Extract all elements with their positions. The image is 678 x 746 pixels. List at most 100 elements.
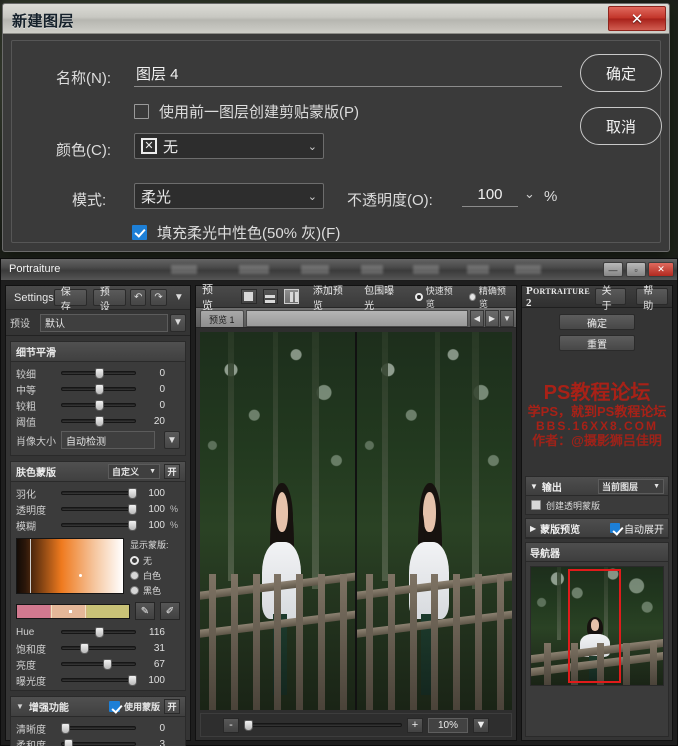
slider-feather[interactable]: 羽化 100 [11,485,185,501]
opacity-input[interactable]: 100 [462,183,518,207]
slider-blur-track[interactable] [61,520,138,531]
show-mask-option-none[interactable]: 无 [130,554,169,567]
slider-softness[interactable]: 柔和度 3 [11,736,185,746]
preset-button[interactable]: 预设 [92,287,127,313]
save-button[interactable]: 保存 [53,287,87,313]
reset-button[interactable]: 重置 [559,335,635,351]
slider-hue-track[interactable] [61,627,136,638]
slider-saturation-knob[interactable] [79,643,89,654]
preview-tab-1[interactable]: 预览 1 [200,310,244,327]
slider-coarse-track[interactable] [61,400,136,411]
slider-saturation[interactable]: 饱和度 31 [11,640,185,656]
triangle-right-icon[interactable]: ▶ [530,524,536,533]
hue-range-strip[interactable] [16,603,130,619]
preview-image-after[interactable] [357,332,512,710]
eyedropper-plus-icon[interactable]: ✎ [135,602,155,620]
slider-feather-track[interactable] [61,488,138,499]
preview-image-area[interactable] [200,332,512,710]
slider-transparency[interactable]: 透明度 100 % [11,501,185,517]
auto-expand-checkbox[interactable] [610,523,620,533]
slider-feather-knob[interactable] [128,488,138,499]
view-split-horizontal-icon[interactable] [262,289,278,304]
zoom-level-value[interactable]: 10% [428,717,468,733]
skin-mask-header[interactable]: 肤色蒙版 自定义 ▼ 开 [11,462,185,482]
preset-select[interactable]: 默认 [40,313,168,332]
skin-tone-gradient[interactable] [16,538,124,594]
bracketing-button[interactable]: 包围曝光 [364,282,399,312]
skin-mask-on-button[interactable]: 开 [164,464,180,479]
layer-name-input[interactable]: 图层 4 [134,63,562,87]
slider-medium-track[interactable] [61,384,136,395]
slider-blur-knob[interactable] [128,520,138,531]
slider-exposure[interactable]: 曝光度 100 [11,672,185,688]
slider-clarity-knob[interactable] [60,723,70,734]
slider-threshold-track[interactable] [61,416,136,427]
slider-medium[interactable]: 中等 0 [11,381,185,397]
window-minimize-button[interactable]: — [603,262,623,277]
dialog-ok-button[interactable]: 确定 [580,54,662,92]
slider-coarse-knob[interactable] [94,400,104,411]
output-header[interactable]: ▼ 输出 当前图层 ▼ [526,477,668,496]
zoom-slider-knob[interactable] [244,720,254,731]
navigator-thumbnail[interactable] [530,566,664,686]
use-mask-checkbox[interactable] [108,701,120,712]
slider-fine-knob[interactable] [94,368,104,379]
slider-brightness[interactable]: 亮度 67 [11,656,185,672]
zoom-dropdown-icon[interactable]: ▼ [473,717,489,733]
radio-black-icon[interactable] [130,586,139,595]
tab-menu-icon[interactable]: ▼ [500,310,514,327]
slider-coarse[interactable]: 较粗 0 [11,397,185,413]
navigator-viewport-rect[interactable] [567,569,621,683]
show-mask-option-black[interactable]: 黑色 [130,584,169,597]
clipping-mask-row[interactable]: 使用前一图层创建剪贴蒙版(P) [134,101,359,122]
radio-accurate-icon[interactable] [468,292,476,301]
settings-menu-icon[interactable]: ▼ [171,289,187,306]
radio-none-icon[interactable] [130,556,139,565]
help-button[interactable]: 帮助 [636,286,668,312]
undo-icon[interactable]: ↶ [130,289,147,306]
opacity-caret-icon[interactable]: ⌄ [524,186,535,202]
portrait-size-select[interactable]: 自动检测 [61,431,155,449]
slider-exposure-knob[interactable] [128,675,138,686]
radio-fast-icon[interactable] [415,292,423,301]
slider-clarity[interactable]: 清晰度 0 [11,720,185,736]
slider-medium-knob[interactable] [94,384,104,395]
blend-mode-select[interactable]: 柔光 ⌄ [134,183,324,209]
slider-softness-knob[interactable] [63,739,73,746]
slider-transparency-knob[interactable] [128,504,138,515]
ok-button[interactable]: 确定 [559,314,635,330]
about-button[interactable]: 关于 [594,286,627,312]
slider-blur[interactable]: 模糊 100 % [11,517,185,533]
fast-preview-radio[interactable]: 快速预览 [415,284,456,310]
radio-white-icon[interactable] [130,571,139,580]
color-select[interactable]: ✕ 无 ⌄ [134,133,324,159]
skin-mask-mode-select[interactable]: 自定义 ▼ [108,464,160,479]
accurate-preview-radio[interactable]: 精确预览 [468,284,510,310]
slider-threshold[interactable]: 阈值 20 [11,413,185,429]
clipping-mask-checkbox[interactable] [134,104,149,119]
tab-prev-icon[interactable]: ◀ [470,310,484,327]
fill-neutral-checkbox[interactable] [132,225,147,240]
slider-fine-track[interactable] [61,368,136,379]
add-preview-button[interactable]: 添加预览 [313,282,348,312]
show-mask-option-white[interactable]: 白色 [130,569,169,582]
slider-exposure-track[interactable] [61,675,138,686]
fill-neutral-row[interactable]: 填充柔光中性色(50% 灰)(F) [132,222,340,243]
view-single-icon[interactable] [241,289,257,304]
transparent-mask-row[interactable]: 创建透明蒙版 [526,496,668,514]
tab-next-icon[interactable]: ▶ [485,310,499,327]
slider-softness-track[interactable] [61,739,136,746]
slider-brightness-track[interactable] [61,659,136,670]
mask-preview-header[interactable]: ▶ 蒙版预览 自动展开 [526,519,668,538]
preset-dropdown-icon[interactable]: ▼ [170,313,186,332]
triangle-down-icon[interactable]: ▼ [530,482,538,491]
detail-smoothing-header[interactable]: 细节平滑 [11,342,185,362]
dialog-close-button[interactable]: ✕ [608,6,666,31]
output-target-select[interactable]: 当前图层 ▼ [598,478,664,494]
transparent-mask-checkbox[interactable] [531,500,541,510]
triangle-down-icon[interactable]: ▼ [16,702,24,711]
zoom-slider-track[interactable] [244,720,402,731]
dialog-cancel-button[interactable]: 取消 [580,107,662,145]
portrait-size-dropdown-icon[interactable]: ▼ [164,431,180,449]
slider-hue[interactable]: Hue 116 [11,624,185,640]
